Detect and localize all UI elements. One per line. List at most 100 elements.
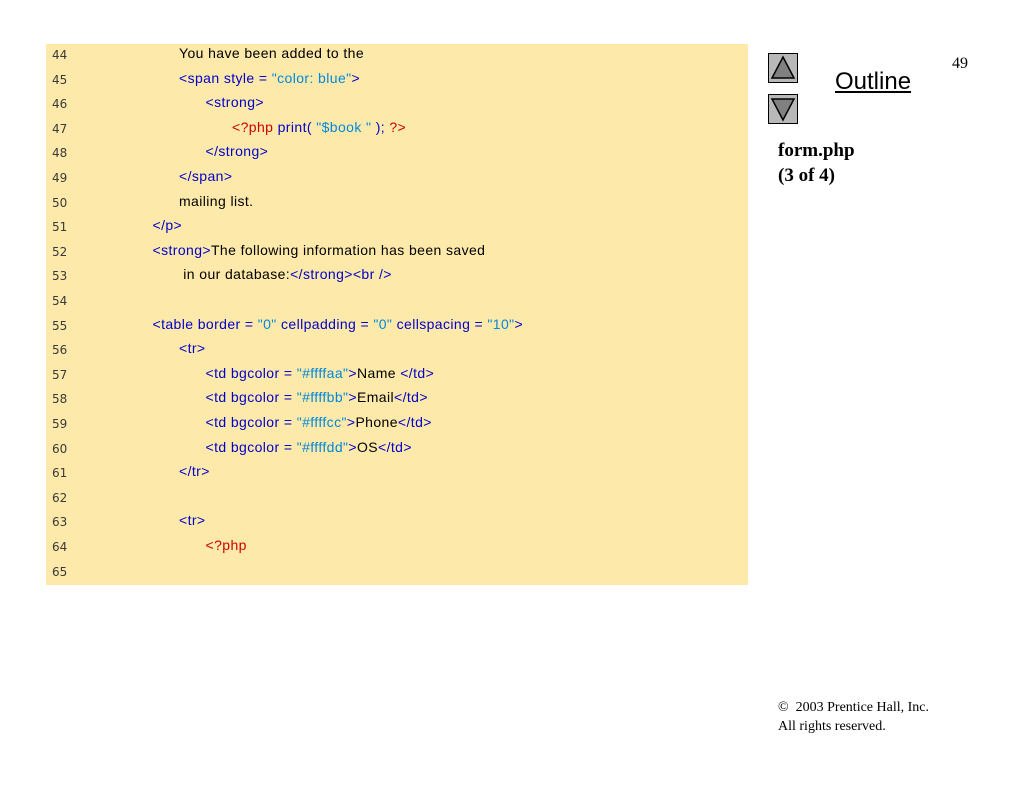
code-token: Name [357,364,401,381]
code-token: <td bgcolor = [205,389,297,406]
code-text: <td bgcolor = "#ffffbb">Email</td> [206,389,428,405]
code-text: <?php [206,537,247,553]
code-text: </p> [153,217,183,233]
code-text: <td bgcolor = "#ffffdd">OS</td> [206,439,412,455]
code-token: cellspacing = [392,315,488,332]
line-number: 60 [52,441,68,456]
code-token: OS [357,438,379,455]
code-line: 57 <td bgcolor = "#ffffaa">Name </td> [46,364,748,388]
copyright-symbol: © [778,700,789,715]
line-number: 63 [52,515,68,530]
code-text: <td bgcolor = "#ffffaa">Name </td> [206,365,435,381]
line-number: 58 [52,392,68,407]
outline-down-button[interactable] [768,94,798,124]
line-number: 59 [52,417,68,431]
code-token: > [351,69,361,86]
code-token: <td bgcolor = [205,414,297,430]
code-token: > [348,389,357,406]
code-line: 48 </strong> [46,142,748,166]
file-part: (3 of 4) [778,165,835,186]
code-line: 53 in our database:</strong><br /> [46,265,748,289]
code-token: Phone [355,414,398,430]
line-number: 57 [52,367,68,382]
code-text: mailing list. [179,193,253,209]
code-token: <strong> [152,241,211,258]
copyright-text: © 2003 Prentice Hall, Inc. [778,700,929,716]
code-line: 50 mailing list. [46,192,748,216]
code-line: 55 <table border = "0" cellpadding = "0" … [46,315,748,339]
code-token: > [514,315,524,332]
code-line: 47 <?php print( "$book " ); ?> [46,118,748,142]
line-number: 53 [52,269,68,284]
line-number: 48 [52,146,68,161]
code-text: </span> [179,168,232,184]
copyright-owner: 2003 Prentice Hall, Inc. [795,700,929,715]
code-line: 62 [46,487,748,511]
code-text: <table border = "0" cellpadding = "0" ce… [153,316,524,332]
code-text: <tr> [179,340,206,356]
code-token: </td> [394,389,428,406]
code-token: <tr> [179,512,206,529]
code-text: <?php print( "$book " ); ?> [232,119,406,135]
code-line: 58 <td bgcolor = "#ffffbb">Email</td> [46,388,748,412]
line-number: 46 [52,97,68,112]
code-token: "#ffffcc" [296,414,347,430]
code-text: </tr> [179,463,210,479]
code-token: </strong><br /> [290,266,392,283]
code-token: </tr> [179,463,210,480]
code-line: 44 You have been added to the [46,44,748,68]
line-number: 51 [52,220,68,235]
line-number: 55 [52,318,68,333]
code-line: 46 <strong> [46,93,748,117]
code-token: mailing list. [179,192,254,209]
code-text: <tr> [179,512,206,528]
code-token: </strong> [205,143,269,160]
line-number: 49 [52,171,68,185]
code-token: <?php [205,537,247,553]
file-name: form.php [778,140,855,161]
code-line: 51 </p> [46,216,748,240]
code-line: 63 <tr> [46,511,748,535]
code-token: "0" [257,315,277,332]
line-number: 56 [52,343,68,358]
code-token: </td> [378,438,412,455]
code-token: <tr> [179,340,206,357]
code-token: ?> [389,118,407,135]
code-line: 65 [46,561,748,585]
outline-link[interactable]: Outline [835,68,911,96]
code-text: <strong> [206,94,264,110]
code-token: "10" [487,315,515,332]
code-line: 64 <?php [46,536,748,560]
code-text: <span style = "color: blue"> [179,70,360,86]
rights-text: All rights reserved. [778,719,886,734]
code-token: <?php [232,118,278,135]
code-token: ); [371,118,390,135]
code-token: "0" [373,315,393,332]
code-line: 61 </tr> [46,462,748,486]
code-token: Email [357,389,395,406]
line-number: 61 [52,466,68,481]
code-token: You have been added to the [179,45,365,61]
code-token: print( [277,118,317,135]
code-line: 45 <span style = "color: blue"> [46,69,748,93]
code-token: <strong> [205,94,264,111]
outline-up-button[interactable] [768,53,798,83]
code-token: in our database: [179,266,291,283]
code-line: 59 <td bgcolor = "#ffffcc">Phone</td> [46,413,748,437]
code-token: "#ffffbb" [296,389,349,406]
code-line: 56 <tr> [46,339,748,363]
code-token: </td> [400,364,435,381]
page-number: 49 [952,55,968,72]
code-line: 49 </span> [46,167,748,191]
line-number: 50 [52,195,68,210]
code-text: in our database:</strong><br /> [179,266,392,282]
code-text: <strong>The following information has be… [153,242,486,258]
code-token: The following information has been saved [210,241,486,258]
line-number: 52 [52,244,68,259]
code-token: <td bgcolor = [205,438,297,455]
code-text: You have been added to the [179,45,364,61]
code-listing: 44 You have been added to the 45 <span styl… [46,44,748,585]
code-text: <td bgcolor = "#ffffcc">Phone</td> [206,414,432,430]
code-token: </span> [179,168,233,184]
code-line: 60 <td bgcolor = "#ffffdd">OS</td> [46,438,748,462]
